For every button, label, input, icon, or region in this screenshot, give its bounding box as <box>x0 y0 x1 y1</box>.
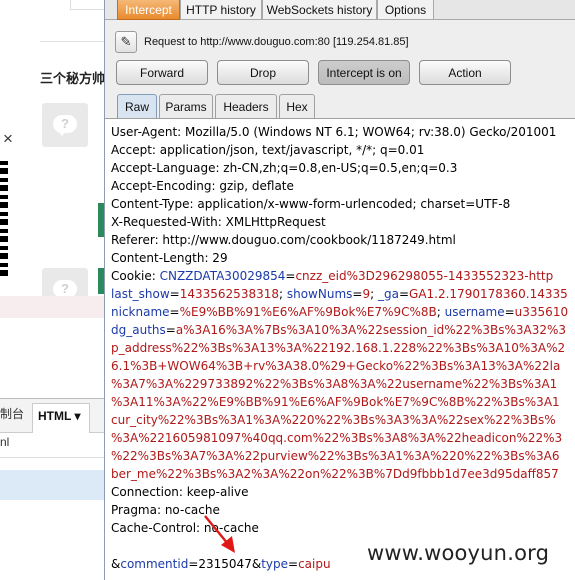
cookie-line: %3A7%3A%229733892%22%3Bs%3A8%3A%22userna… <box>111 375 557 393</box>
param-name: username <box>444 305 505 319</box>
request-body: &commentid=2315047&type=caipu <box>111 555 331 573</box>
header-accept-encoding: Accept-Encoding: gzip, deflate <box>111 179 294 193</box>
param-value: %3A%221605981097%40qq.com%22%3Bs%3A8%3A%… <box>111 431 563 445</box>
param-value: %3A7%3A%229733892%22%3Bs%3A8%3A%22userna… <box>111 377 558 391</box>
request-text: = <box>169 287 180 301</box>
cookie-line: %3A11%3A%22%E9%BB%91%E6%AF%9Bok%E7%9C%8B… <box>111 393 560 411</box>
param-name: commentid <box>120 557 189 571</box>
tab-html[interactable]: HTML ▾ <box>32 403 90 433</box>
param-value: ber_me%22%3Bs%3A2%3A%22on%22%3B%7Dd9fbbb… <box>111 467 559 481</box>
request-text: = <box>169 305 180 319</box>
avatar-placeholder: ? <box>42 103 88 147</box>
proxy-tabbar: Intercept HTTP history WebSockets histor… <box>105 0 575 20</box>
param-value: u335610 <box>514 305 569 319</box>
tab-intercept[interactable]: Intercept <box>117 0 180 20</box>
cookie-line: cur_city%22%3Bs%3A1%3A%220%22%3Bs%3A3%3A… <box>111 411 556 429</box>
request-text: = <box>165 323 176 337</box>
param-name: type <box>261 557 288 571</box>
tab-http-history[interactable]: HTTP history <box>180 0 262 20</box>
top-content-box <box>40 0 104 42</box>
tab-console[interactable]: 制台 <box>0 405 24 422</box>
header-accept-language: Accept-Language: zh-CN,zh;q=0.8,en-US;q=… <box>111 161 458 175</box>
cookie-line: Cookie: CNZZDATA30029854=cnzz_eid%3D2962… <box>111 267 553 285</box>
request-text: ; <box>436 305 445 319</box>
param-value: 1433562538318 <box>179 287 279 301</box>
background-browser-page: 三个秘方帅 ? × ? 制台 HTML ▾ nl <box>0 0 104 580</box>
param-name: nickname <box>111 305 170 319</box>
html-node[interactable]: nl <box>0 435 9 449</box>
action-button[interactable]: Action <box>419 60 511 85</box>
request-text: = <box>352 287 363 301</box>
request-text: Cookie: <box>111 269 160 283</box>
param-value: cnzz_eid%3D296298055-1433552323-http <box>295 269 554 283</box>
header-user-agent: User-Agent: Mozilla/5.0 (Windows NT 6.1;… <box>111 125 557 139</box>
raw-request-editor[interactable]: User-Agent: Mozilla/5.0 (Windows NT 6.1;… <box>105 118 575 580</box>
close-icon[interactable]: × <box>3 129 13 149</box>
request-target: Request to http://www.douguo.com:80 [119… <box>144 36 409 48</box>
forward-button[interactable]: Forward <box>116 60 208 85</box>
param-value: a%3A16%3A%7Bs%3A10%3A%22session_id%22%3B… <box>175 323 567 337</box>
request-info: ✎ Request to http://www.douguo.com:80 [1… <box>115 30 409 54</box>
cookie-line: ber_me%22%3Bs%3A2%3A%22on%22%3B%7Dd9fbbb… <box>111 465 559 483</box>
param-value: cur_city%22%3Bs%3A1%3A%220%22%3Bs%3A3%3A… <box>111 413 556 427</box>
watermark: www.wooyun.org <box>367 541 550 565</box>
request-text: = <box>288 557 299 571</box>
request-text: ; <box>370 287 378 301</box>
cookie-line: p_address%22%3Bs%3A13%3A%22192.168.1.228… <box>111 339 565 357</box>
tab-websockets-history[interactable]: WebSockets history <box>262 0 377 20</box>
param-value: 6.1%3B+WOW64%3B+rv%3A38.0%29+Gecko%22%3B… <box>111 359 561 373</box>
devtools-tabbar: 制台 HTML ▾ <box>0 399 104 433</box>
param-name: _ga <box>377 287 399 301</box>
edit-pencil-icon[interactable]: ✎ <box>115 31 137 53</box>
param-name: dg_auths <box>111 323 166 337</box>
burp-proxy-window: Intercept HTTP history WebSockets histor… <box>104 0 575 580</box>
selected-node-row[interactable] <box>0 470 104 500</box>
request-text: ; <box>279 287 287 301</box>
param-value: GA1.2.1790178360.14335 <box>409 287 568 301</box>
header-connection: Connection: keep-alive <box>111 485 249 499</box>
request-text: = <box>398 287 410 301</box>
cookie-line: last_show=1433562538318; showNums=9; _ga… <box>111 285 568 303</box>
drop-button[interactable]: Drop <box>217 60 309 85</box>
cookie-line: dg_auths=a%3A16%3A%7Bs%3A10%3A%22session… <box>111 321 566 339</box>
param-value: %22%3Bs%3A7%3A%22purview%22%3Bs%3A1%3A%2… <box>111 449 560 463</box>
tab-raw[interactable]: Raw <box>117 94 157 118</box>
request-text: =2315047& <box>188 557 262 571</box>
tab-params[interactable]: Params <box>159 94 213 118</box>
tab-options[interactable]: Options <box>377 0 434 20</box>
request-text: = <box>504 305 515 319</box>
request-text: & <box>111 557 121 571</box>
param-name: CNZZDATA30029854 <box>159 269 286 283</box>
header-content-type: Content-Type: application/x-www-form-url… <box>111 197 511 211</box>
param-value: caipu <box>298 557 331 571</box>
cookie-line: 6.1%3B+WOW64%3B+rv%3A38.0%29+Gecko%22%3B… <box>111 357 560 375</box>
header-referer: Referer: http://www.douguo.com/cookbook/… <box>111 233 456 247</box>
header-accept: Accept: application/json, text/javascrip… <box>111 143 425 157</box>
tab-hex[interactable]: Hex <box>279 94 315 118</box>
cookie-line: %3A%221605981097%40qq.com%22%3Bs%3A8%3A%… <box>111 429 562 447</box>
param-name: last_show <box>111 287 170 301</box>
param-value: %3A11%3A%22%E9%BB%91%E6%AF%9Bok%E7%9C%8B… <box>111 395 560 409</box>
tab-headers[interactable]: Headers <box>215 94 277 118</box>
param-name: showNums <box>286 287 353 301</box>
param-value: %E9%BB%91%E6%AF%9Bok%E7%9C%8B <box>179 305 437 319</box>
param-value: p_address%22%3Bs%3A13%3A%22192.168.1.228… <box>111 341 566 355</box>
header-content-length: Content-Length: 29 <box>111 251 228 265</box>
header-x-requested-with: X-Requested-With: XMLHttpRequest <box>111 215 326 229</box>
cookie-line: nickname=%E9%BB%91%E6%AF%9Bok%E7%9C%8B; … <box>111 303 568 321</box>
param-value: 9 <box>362 287 371 301</box>
highlight-band <box>0 296 104 318</box>
article-heading[interactable]: 三个秘方帅 <box>40 68 104 87</box>
request-text: = <box>285 269 296 283</box>
intercept-toggle-button[interactable]: Intercept is on <box>318 60 410 85</box>
cookie-line: %22%3Bs%3A7%3A%22purview%22%3Bs%3A1%3A%2… <box>111 447 559 465</box>
annotation-arrow-icon <box>204 515 235 553</box>
